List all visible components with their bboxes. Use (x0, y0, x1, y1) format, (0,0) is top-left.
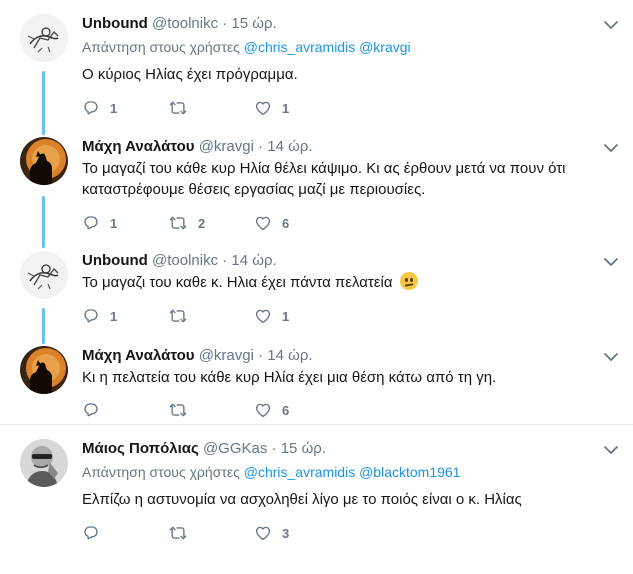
like-button[interactable]: 6 (254, 213, 289, 233)
retweet-button[interactable] (168, 98, 198, 118)
tweet-text-line: καταστρέφουμε θέσεις εργασίας μαζί με πε… (82, 181, 426, 198)
reply-icon (82, 401, 100, 419)
tweet-header: Μάχη Αναλάτου @kravgi · 14 ώρ. (82, 346, 313, 366)
tweet[interactable]: Μάχη Αναλάτου @kravgi · 14 ώρ. Κι η πελα… (0, 346, 633, 426)
reply-button[interactable]: 1 (82, 306, 117, 326)
tweet-text: Το μαγαζί του κάθε κυρ Ηλία θέλει κάψιμο… (82, 158, 602, 200)
tweet[interactable]: Μάιος Ποπόλιας @GGKas · 15 ώρ. Απάντηση … (0, 439, 633, 549)
separator-dot: · (222, 15, 228, 32)
user-handle[interactable]: @toolnikc (152, 252, 218, 269)
avatar[interactable] (20, 346, 68, 394)
timestamp[interactable]: 15 ώρ. (231, 15, 276, 32)
mention-link[interactable]: @chris_avramidis (244, 464, 355, 480)
reply-button[interactable] (82, 523, 110, 543)
mention-link[interactable]: @chris_avramidis (244, 39, 355, 55)
like-count: 1 (282, 308, 290, 324)
tweet-text: Ο κύριος Ηλίας έχει πρόγραμμα. (82, 66, 298, 83)
user-handle[interactable]: @toolnikc (152, 15, 218, 32)
like-button[interactable]: 3 (254, 523, 289, 543)
like-icon (254, 401, 272, 419)
display-name[interactable]: Unbound (82, 252, 148, 269)
reply-icon (82, 99, 100, 117)
retweet-button[interactable] (168, 400, 198, 420)
reply-context: Απάντηση στους χρήστες @chris_avramidis … (82, 38, 411, 56)
divider (0, 424, 633, 425)
caret-down-icon[interactable] (603, 255, 619, 267)
confused-face-emoji (399, 272, 418, 290)
tweet-text-content: Το μαγαζι του καθε κ. Ηλια έχει πάντα πε… (82, 274, 393, 291)
tweet-text-line: Το μαγαζί του κάθε κυρ Ηλία θέλει κάψιμο… (82, 160, 566, 177)
retweet-button[interactable] (168, 523, 198, 543)
reply-button[interactable] (82, 400, 110, 420)
retweet-icon (168, 307, 188, 325)
display-name[interactable]: Μάχη Αναλάτου (82, 347, 195, 364)
caret-down-icon[interactable] (603, 443, 619, 455)
like-count: 6 (282, 215, 290, 231)
tweet[interactable]: Unbound @toolnikc · 15 ώρ. Απάντηση στου… (0, 14, 633, 124)
reply-count: 1 (110, 308, 118, 324)
timestamp[interactable]: 14 ώρ. (267, 138, 312, 155)
like-count: 1 (282, 100, 290, 116)
retweet-icon (168, 401, 188, 419)
reply-icon (82, 307, 100, 325)
tweet-text: Το μαγαζι του καθε κ. Ηλια έχει πάντα πε… (82, 272, 602, 293)
retweet-icon (168, 214, 188, 232)
user-handle[interactable]: @GGKas (203, 440, 267, 457)
mention-link[interactable]: @kravgi (359, 39, 411, 55)
reply-prefix: Απάντηση στους χρήστες (82, 464, 240, 480)
like-icon (254, 307, 272, 325)
timestamp[interactable]: 14 ώρ. (267, 347, 312, 364)
timestamp[interactable]: 15 ώρ. (281, 440, 326, 457)
like-button[interactable]: 6 (254, 400, 289, 420)
timestamp[interactable]: 14 ώρ. (231, 252, 276, 269)
display-name[interactable]: Μάιος Ποπόλιας (82, 440, 199, 457)
separator-dot: · (258, 347, 264, 364)
separator-dot: · (258, 138, 264, 155)
avatar[interactable] (20, 439, 68, 487)
like-icon (254, 214, 272, 232)
reply-count: 1 (110, 215, 118, 231)
separator-dot: · (222, 252, 228, 269)
retweet-icon (168, 524, 188, 542)
reply-icon (82, 524, 100, 542)
like-count: 3 (282, 525, 290, 541)
reply-context: Απάντηση στους χρήστες @chris_avramidis … (82, 463, 460, 481)
tweet-text: Ελπίζω η αστυνομία να ασχοληθεί λίγο με … (82, 491, 522, 508)
avatar[interactable] (20, 137, 68, 185)
tweet-header: Μάιος Ποπόλιας @GGKas · 15 ώρ. (82, 439, 326, 459)
like-button[interactable]: 1 (254, 98, 289, 118)
reply-count: 1 (110, 100, 118, 116)
caret-down-icon[interactable] (603, 141, 619, 153)
tweet[interactable]: Μάχη Αναλάτου @kravgi · 14 ώρ. Το μαγαζί… (0, 137, 633, 247)
user-handle[interactable]: @kravgi (199, 138, 254, 155)
reply-prefix: Απάντηση στους χρήστες (82, 39, 240, 55)
retweet-count: 2 (198, 215, 206, 231)
display-name[interactable]: Unbound (82, 15, 148, 32)
tweet-header: Μάχη Αναλάτου @kravgi · 14 ώρ. (82, 137, 313, 157)
user-handle[interactable]: @kravgi (199, 347, 254, 364)
like-button[interactable]: 1 (254, 306, 289, 326)
avatar[interactable] (20, 14, 68, 62)
retweet-button[interactable]: 2 (168, 213, 205, 233)
mention-link[interactable]: @blacktom1961 (359, 464, 460, 480)
reply-button[interactable]: 1 (82, 98, 117, 118)
tweet[interactable]: Unbound @toolnikc · 14 ώρ. Το μαγαζι του… (0, 251, 633, 341)
separator-dot: · (271, 440, 277, 457)
tweet-text: Κι η πελατεία του κάθε κυρ Ηλία έχει μια… (82, 369, 497, 386)
avatar[interactable] (20, 251, 68, 299)
like-count: 6 (282, 402, 290, 418)
retweet-icon (168, 99, 188, 117)
like-icon (254, 99, 272, 117)
caret-down-icon[interactable] (603, 18, 619, 30)
tweet-header: Unbound @toolnikc · 15 ώρ. (82, 14, 277, 34)
tweet-header: Unbound @toolnikc · 14 ώρ. (82, 251, 277, 271)
like-icon (254, 524, 272, 542)
reply-icon (82, 214, 100, 232)
retweet-button[interactable] (168, 306, 198, 326)
caret-down-icon[interactable] (603, 350, 619, 362)
display-name[interactable]: Μάχη Αναλάτου (82, 138, 195, 155)
reply-button[interactable]: 1 (82, 213, 117, 233)
